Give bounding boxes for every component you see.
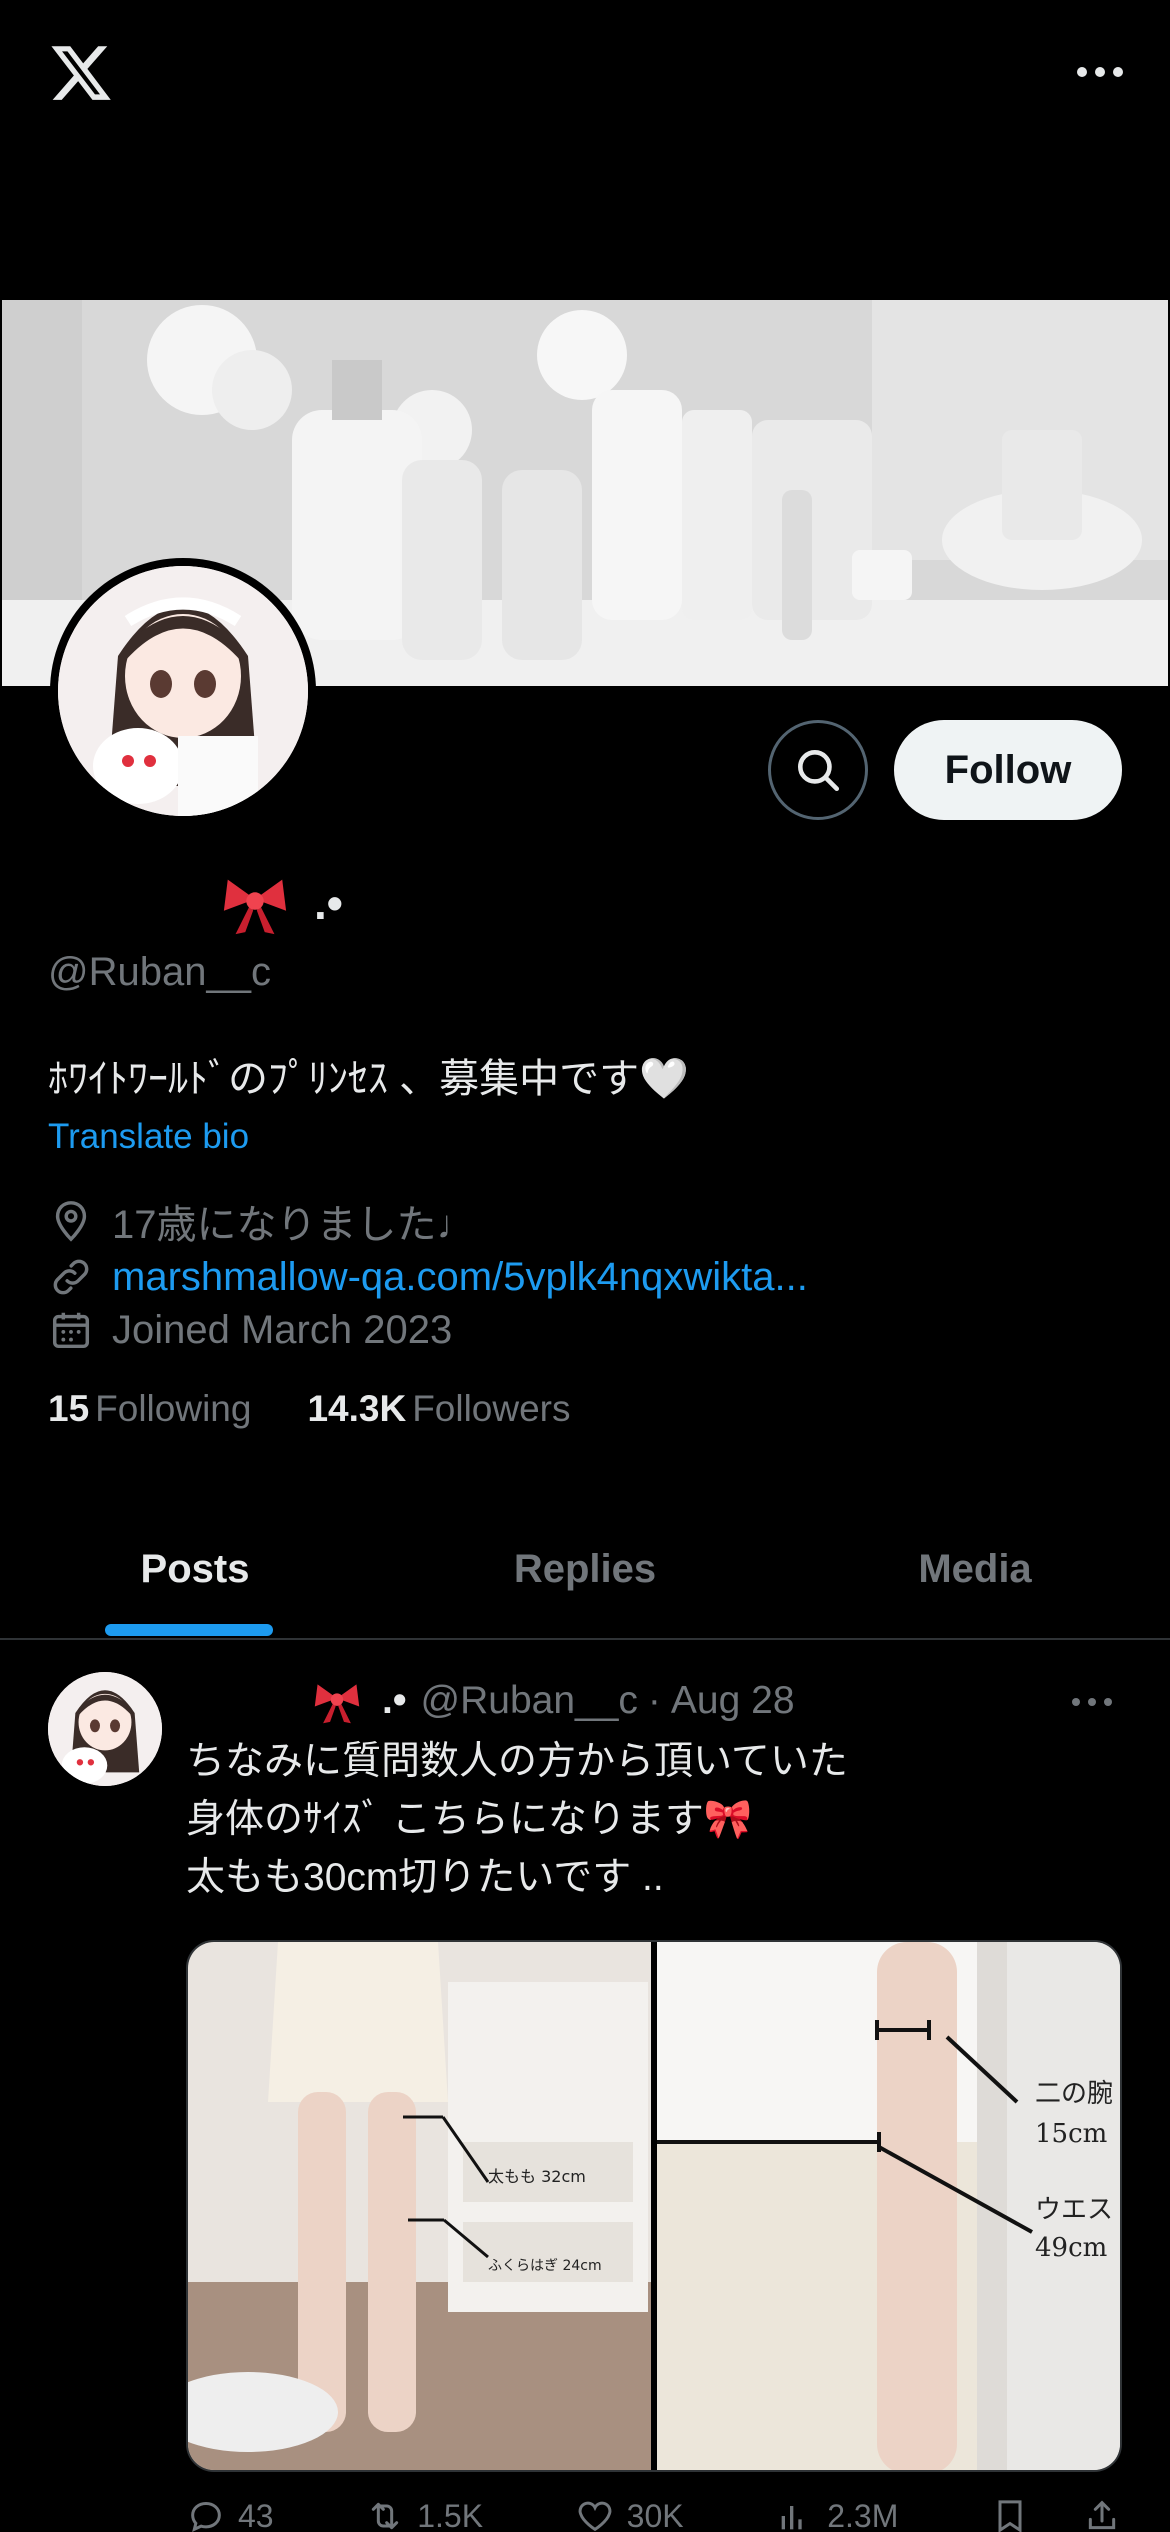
like-button[interactable]: 30K <box>575 2496 684 2532</box>
arm-size: 15cm <box>1035 2119 1107 2149</box>
reply-count: 43 <box>238 2497 274 2532</box>
profile-tabs: Posts Replies Media <box>0 1500 1170 1640</box>
profile-page: Follow .• @Ruban__c ﾎﾜｲﾄﾜｰﾙﾄﾞのﾌﾟﾘﾝｾｽ 、募集… <box>0 0 1170 2532</box>
share-icon[interactable] <box>1082 2496 1122 2532</box>
post-more-icon[interactable] <box>1062 1690 1122 1714</box>
media-image-right[interactable]: 二の腕 15cm ウエス 49cm <box>657 1942 1120 2470</box>
post-separator: · <box>647 1679 661 1722</box>
translate-bio-link[interactable]: Translate bio <box>48 1117 249 1157</box>
views-count: 2.3M <box>827 2497 899 2532</box>
followers-count: 14.3K <box>307 1388 407 1429</box>
following-label: Following <box>95 1388 252 1429</box>
post-header: .• @Ruban__c · Aug 28 <box>186 1676 795 1726</box>
more-options-icon[interactable] <box>1070 52 1130 92</box>
tab-replies[interactable]: Replies <box>390 1500 780 1638</box>
post-media[interactable]: 太もも 32cm ふくらはぎ 24cm 二の腕 15cm ウエス 49cm <box>186 1940 1122 2472</box>
profile-location: 17歳になりました♩ <box>48 1196 477 1247</box>
followers-label: Followers <box>412 1388 571 1429</box>
views-button[interactable]: 2.3M <box>775 2496 898 2532</box>
repost-icon <box>372 2502 399 2530</box>
followers-link[interactable]: 14.3K Followers <box>307 1388 570 1430</box>
views-icon <box>781 2506 802 2530</box>
post-actions: 43 1.5K 30K 2.3M <box>186 2496 1122 2532</box>
waist-photo: 二の腕 15cm ウエス 49cm <box>657 1942 1120 2470</box>
bookmark-icon[interactable] <box>990 2496 1030 2532</box>
arm-label: 二の腕 <box>1035 2079 1113 2109</box>
calendar-icon <box>52 1312 90 1349</box>
profile-avatar[interactable] <box>50 558 316 824</box>
post-author-name-suffix[interactable]: .• <box>382 1679 407 1723</box>
post-tools <box>990 2496 1122 2532</box>
repost-button[interactable]: 1.5K <box>365 2496 483 2532</box>
joined-text: Joined March 2023 <box>112 1307 453 1352</box>
follow-button[interactable]: Follow <box>894 720 1122 820</box>
active-tab-indicator <box>105 1624 273 1636</box>
top-bar <box>0 0 1170 150</box>
x-logo-icon[interactable] <box>48 40 114 106</box>
post-line-2: 身体のｻｲｽﾞ こちらになります🎀 <box>186 1798 753 1841</box>
repost-count: 1.5K <box>417 2497 484 2532</box>
profile-website: marshmallow-qa.com/5vplk4nqxwikta... <box>48 1252 808 1302</box>
calf-label: ふくらはぎ 24cm <box>488 2258 602 2274</box>
location-text: 17歳になりました♩ <box>112 1203 477 1247</box>
post-line-3: 太もも30cm切りたいです .. <box>186 1856 664 1899</box>
website-link[interactable]: marshmallow-qa.com/5vplk4nqxwikta... <box>112 1255 808 1300</box>
display-name: .• <box>48 868 343 938</box>
following-count: 15 <box>48 1388 90 1429</box>
profile-bio: ﾎﾜｲﾄﾜｰﾙﾄﾞのﾌﾟﾘﾝｾｽ 、募集中です🤍 <box>48 1057 689 1101</box>
avatar-illustration <box>58 566 308 816</box>
media-image-left[interactable]: 太もも 32cm ふくらはぎ 24cm <box>188 1942 651 2470</box>
reply-icon <box>191 2501 221 2532</box>
post-author-handle[interactable]: @Ruban__c <box>421 1679 638 1723</box>
waist-label: ウエス <box>1035 2195 1113 2225</box>
heart-icon <box>578 2501 612 2532</box>
following-link[interactable]: 15 Following <box>48 1388 251 1430</box>
location-pin-icon <box>55 1201 87 1242</box>
tab-posts[interactable]: Posts <box>0 1500 390 1638</box>
like-count: 30K <box>626 2497 684 2532</box>
thigh-label: 太もも 32cm <box>488 2167 586 2186</box>
post-date[interactable]: Aug 28 <box>671 1679 795 1723</box>
post-line-1: ちなみに質問数人の方から頂いていた <box>186 1740 848 1783</box>
profile-joined: Joined March 2023 <box>48 1305 452 1355</box>
follow-stats: 15 Following 14.3K Followers <box>48 1388 571 1430</box>
reply-button[interactable]: 43 <box>186 2496 274 2532</box>
tab-media[interactable]: Media <box>780 1500 1170 1638</box>
search-icon <box>798 750 840 792</box>
link-icon <box>53 1259 89 1295</box>
post-avatar[interactable] <box>48 1672 162 1786</box>
post-avatar-illustration <box>48 1672 162 1786</box>
display-name-suffix: .• <box>314 877 343 929</box>
legs-photo: 太もも 32cm ふくらはぎ 24cm <box>188 1942 651 2470</box>
search-profile-button[interactable] <box>768 720 868 820</box>
profile-handle: @Ruban__c <box>48 950 271 994</box>
post-text: ちなみに質問数人の方から頂いていた 身体のｻｲｽﾞ こちらになります🎀 太もも3… <box>186 1733 1126 1907</box>
red-bow-icon <box>314 1684 360 1724</box>
waist-size: 49cm <box>1035 2233 1107 2263</box>
red-bow-icon <box>223 879 287 935</box>
